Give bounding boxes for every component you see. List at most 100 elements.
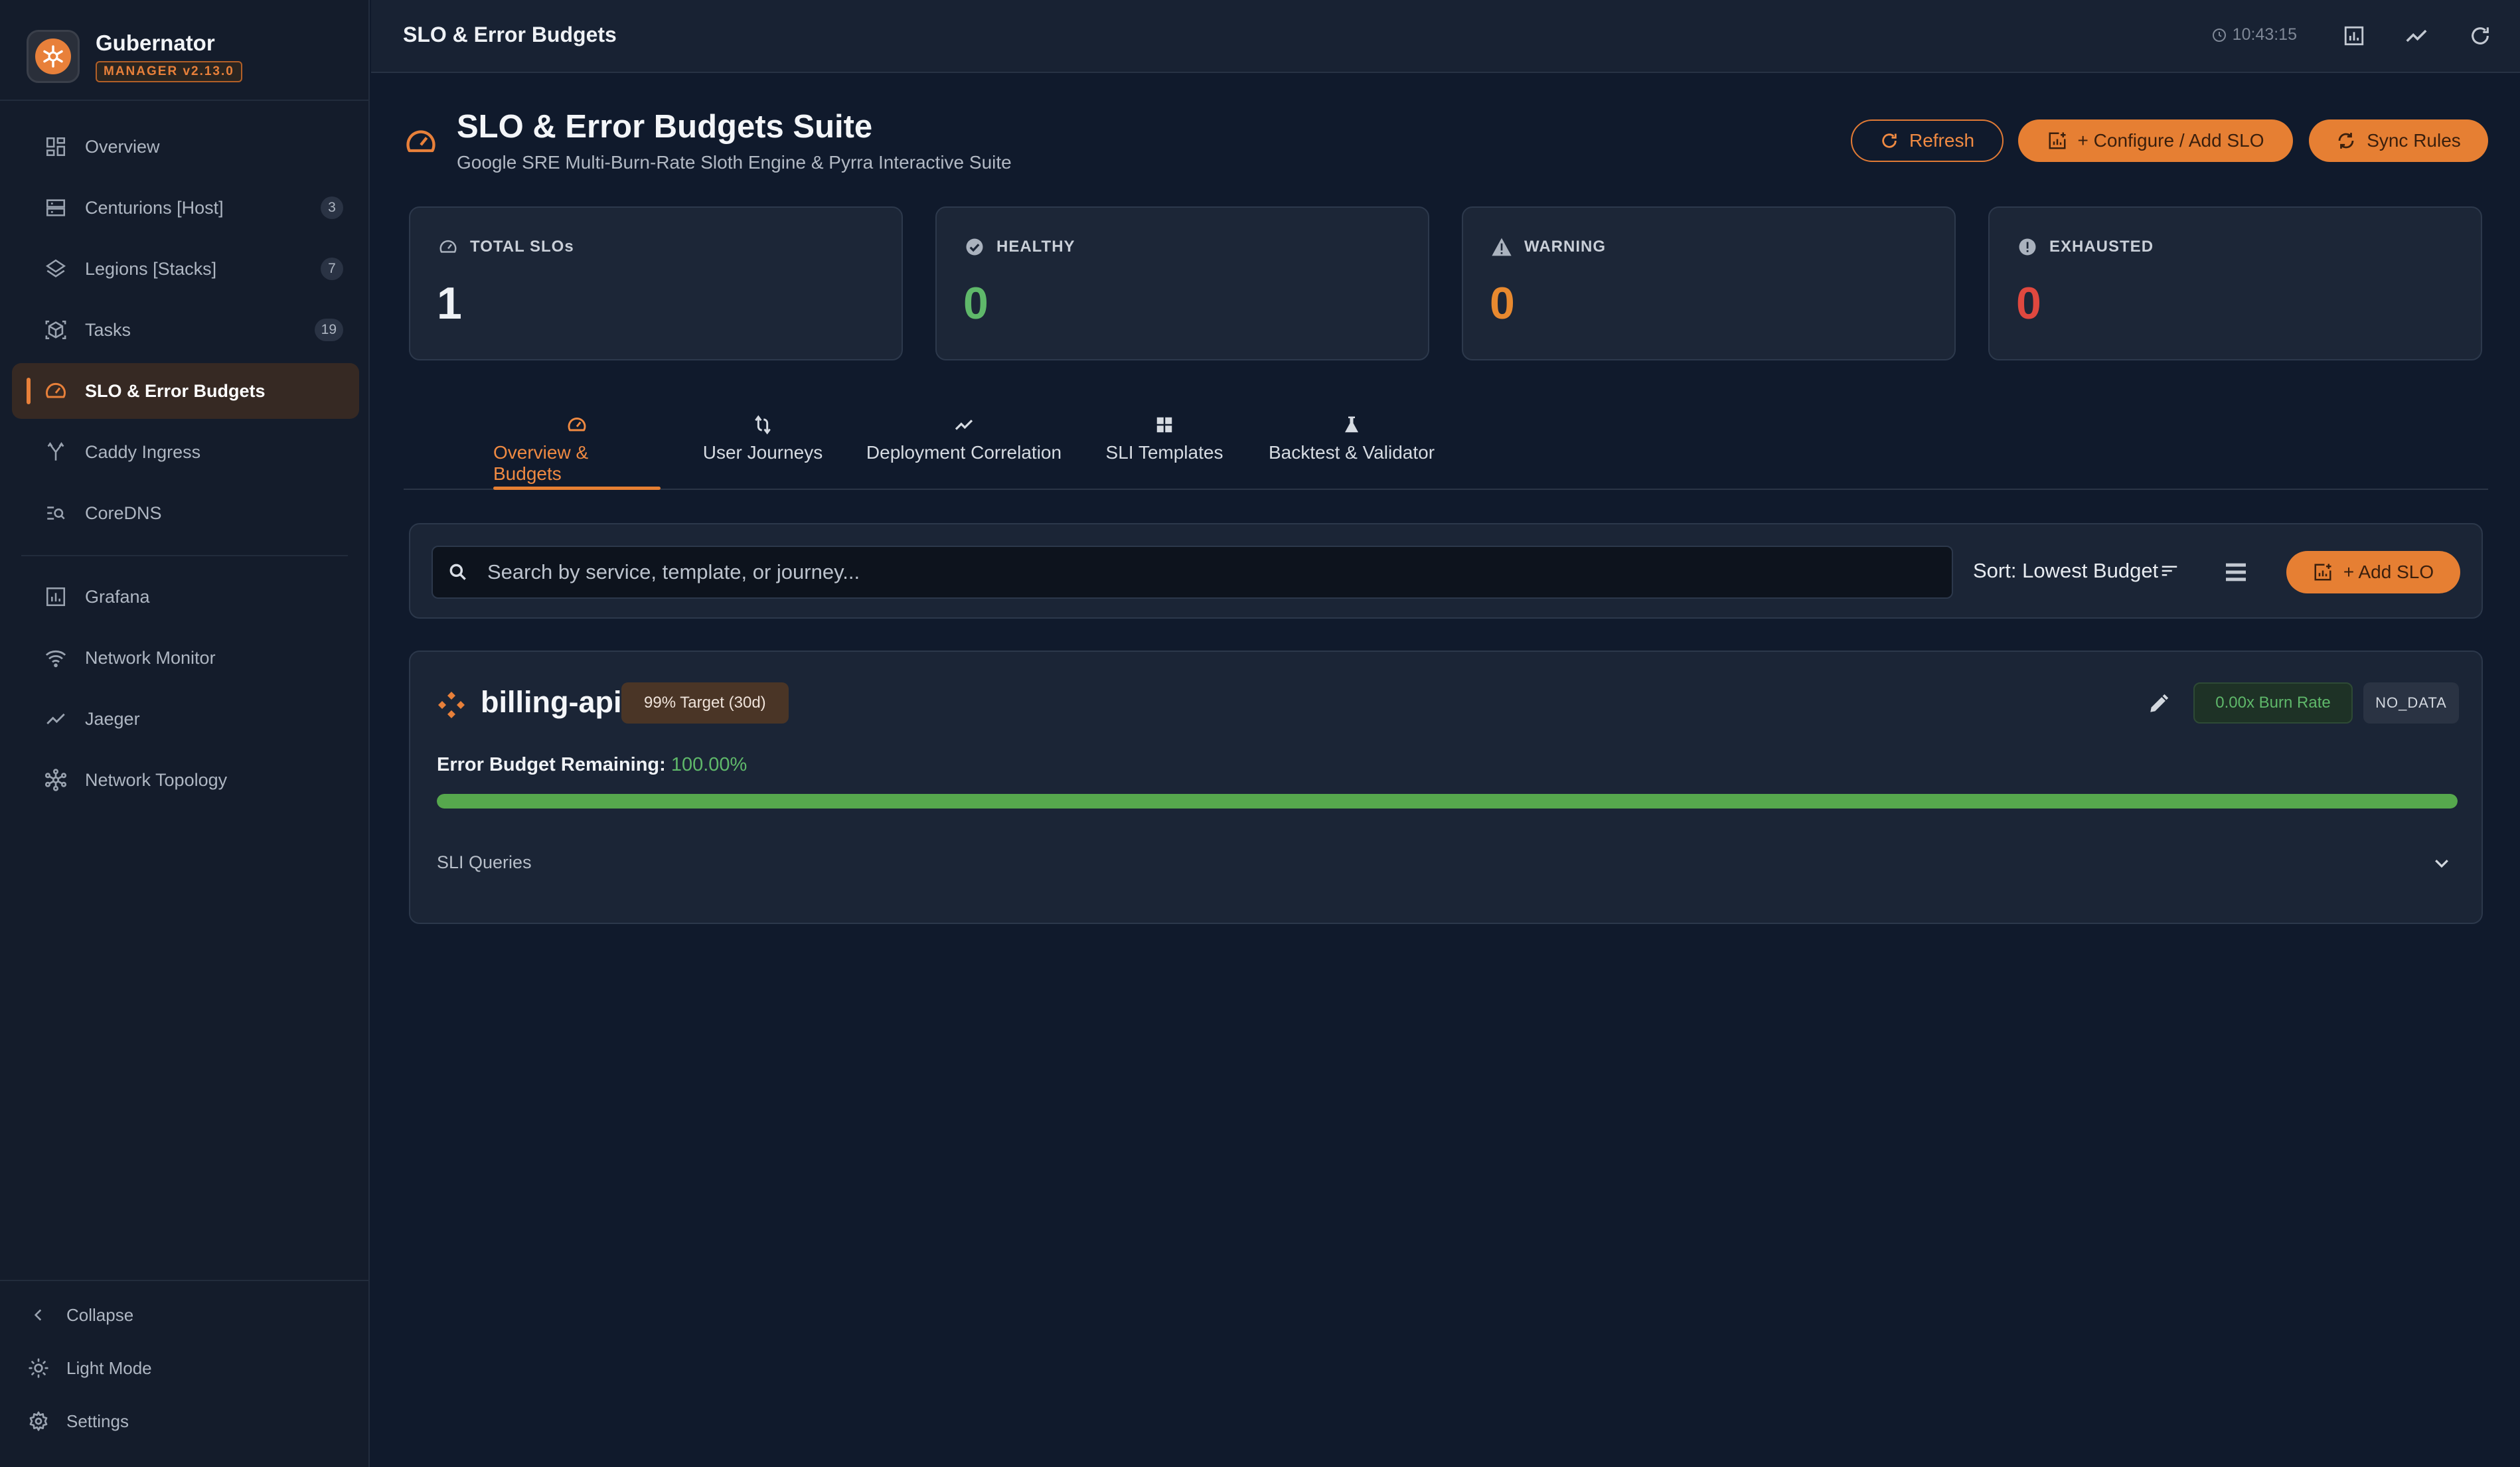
- stat-value: 1: [437, 278, 462, 329]
- sidebar-item-tasks[interactable]: Tasks 19: [12, 302, 359, 358]
- sidebar-item-label: Overview: [85, 136, 160, 157]
- service-icon: [435, 689, 467, 721]
- tab-label: SLI Templates: [1105, 442, 1223, 463]
- speedometer-icon: [438, 237, 458, 257]
- tab-backtest-validator[interactable]: Backtest & Validator: [1265, 412, 1438, 490]
- slo-card: billing-api 99% Target (30d) 0.00x Burn …: [409, 651, 2483, 924]
- sidebar-divider: [21, 555, 348, 556]
- stat-value: 0: [1490, 278, 1515, 329]
- light-mode-label: Light Mode: [66, 1357, 152, 1378]
- sync-rules-label: Sync Rules: [2367, 130, 2461, 151]
- stat-card-warning: WARNING 0: [1462, 206, 1956, 360]
- burn-rate-badge: 0.00x Burn Rate: [2193, 682, 2353, 724]
- dashboard-icon[interactable]: [2339, 21, 2369, 50]
- chevron-down-icon[interactable]: [2428, 850, 2455, 876]
- gear-icon: [27, 1409, 50, 1433]
- add-chart-icon: [2313, 562, 2333, 582]
- configure-slo-label: + Configure / Add SLO: [2077, 130, 2264, 151]
- app-logo-icon: [27, 30, 80, 83]
- sidebar-item-label: Centurions [Host]: [85, 197, 224, 218]
- route-icon: [752, 412, 773, 438]
- collapse-button[interactable]: Collapse: [27, 1298, 133, 1332]
- sidebar: Gubernator MANAGER v2.13.0 Overview Cent…: [0, 0, 370, 1467]
- sidebar-item-caddy[interactable]: Caddy Ingress: [12, 424, 359, 480]
- tab-label: Backtest & Validator: [1268, 442, 1435, 463]
- trend-icon: [953, 412, 975, 438]
- page-subtitle: Google SRE Multi-Burn-Rate Sloth Engine …: [457, 152, 1012, 173]
- settings-button[interactable]: Settings: [27, 1405, 129, 1438]
- cube-icon: [42, 317, 69, 343]
- trend-icon: [42, 706, 69, 732]
- wifi-icon: [42, 645, 69, 671]
- pencil-icon[interactable]: [2144, 689, 2173, 718]
- sync-rules-button[interactable]: Sync Rules: [2309, 119, 2488, 162]
- clock-time: 10:43:15: [2232, 25, 2297, 44]
- sidebar-item-network-monitor[interactable]: Network Monitor: [12, 630, 359, 686]
- sync-icon: [2336, 131, 2356, 151]
- grid-icon: [42, 133, 69, 160]
- sidebar-item-label: Grafana: [85, 586, 150, 607]
- brand[interactable]: Gubernator MANAGER v2.13.0: [27, 27, 242, 86]
- sun-icon: [27, 1356, 50, 1380]
- configure-slo-button[interactable]: + Configure / Add SLO: [2018, 119, 2293, 162]
- refresh-label: Refresh: [1909, 130, 1975, 151]
- stat-label: HEALTHY: [996, 238, 1075, 256]
- search-box[interactable]: [432, 546, 1953, 599]
- tab-sli-templates[interactable]: SLI Templates: [1102, 412, 1227, 490]
- sidebar-item-network-topology[interactable]: Network Topology: [12, 752, 359, 808]
- add-slo-button[interactable]: + Add SLO: [2286, 551, 2460, 593]
- tab-overview-budgets[interactable]: Overview & Budgets: [493, 412, 661, 490]
- clock: 10:43:15: [2211, 25, 2297, 44]
- sidebar-item-coredns[interactable]: CoreDNS: [12, 485, 359, 541]
- error-budget-bar: [437, 794, 2458, 809]
- dns-search-icon: [42, 500, 69, 526]
- fork-icon: [42, 439, 69, 465]
- stat-card-exhausted: EXHAUSTED 0: [1988, 206, 2482, 360]
- error-budget-bar-fill: [437, 794, 2458, 809]
- check-circle-icon: [965, 237, 984, 257]
- sidebar-item-label: Network Monitor: [85, 647, 216, 668]
- sidebar-item-jaeger[interactable]: Jaeger: [12, 691, 359, 747]
- list-view-icon[interactable]: [2221, 558, 2250, 587]
- sidebar-item-legions[interactable]: Legions [Stacks] 7: [12, 241, 359, 297]
- sidebar-item-label: Network Topology: [85, 769, 228, 790]
- stat-label: WARNING: [1524, 238, 1606, 256]
- error-budget-label: Error Budget Remaining:: [437, 754, 666, 775]
- sort-dropdown[interactable]: Sort: Lowest Budget: [1973, 559, 2179, 583]
- sli-queries-label: SLI Queries: [437, 852, 532, 872]
- status-badge: NO_DATA: [2363, 682, 2459, 724]
- metrics-icon[interactable]: [2402, 21, 2431, 50]
- tab-deployment-correlation[interactable]: Deployment Correlation: [863, 412, 1065, 490]
- tab-user-journeys[interactable]: User Journeys: [700, 412, 826, 490]
- stat-label: EXHAUSTED: [2049, 238, 2154, 256]
- add-chart-icon: [2047, 131, 2067, 151]
- sidebar-item-label: CoreDNS: [85, 502, 162, 523]
- sidebar-item-label: SLO & Error Budgets: [85, 380, 266, 401]
- chart-box-icon: [42, 583, 69, 610]
- sidebar-divider: [0, 100, 370, 101]
- light-mode-toggle[interactable]: Light Mode: [27, 1351, 152, 1385]
- refresh-icon[interactable]: [2466, 21, 2495, 50]
- topbar-title: SLO & Error Budgets: [403, 23, 617, 46]
- tab-label: Overview & Budgets: [493, 442, 589, 484]
- app-name: Gubernator: [96, 31, 215, 55]
- sidebar-item-overview[interactable]: Overview: [12, 119, 359, 175]
- clock-icon: [2211, 27, 2227, 43]
- count-badge: 7: [321, 258, 343, 280]
- stat-label: TOTAL SLOs: [470, 238, 574, 256]
- count-badge: 3: [321, 196, 343, 219]
- sidebar-item-slo[interactable]: SLO & Error Budgets: [12, 363, 359, 419]
- collapse-label: Collapse: [66, 1304, 134, 1325]
- search-input[interactable]: [487, 560, 1952, 584]
- sidebar-item-label: Legions [Stacks]: [85, 258, 217, 279]
- settings-label: Settings: [66, 1411, 129, 1431]
- refresh-button[interactable]: Refresh: [1851, 119, 2004, 162]
- error-budget-value: 100.00%: [670, 754, 748, 775]
- sidebar-item-grafana[interactable]: Grafana: [12, 569, 359, 625]
- warning-icon: [1491, 237, 1512, 257]
- sidebar-item-centurions[interactable]: Centurions [Host] 3: [12, 180, 359, 236]
- stat-value: 0: [963, 278, 988, 329]
- refresh-icon: [1880, 131, 1899, 150]
- speedometer-icon: [566, 412, 588, 438]
- layers-icon: [42, 256, 69, 282]
